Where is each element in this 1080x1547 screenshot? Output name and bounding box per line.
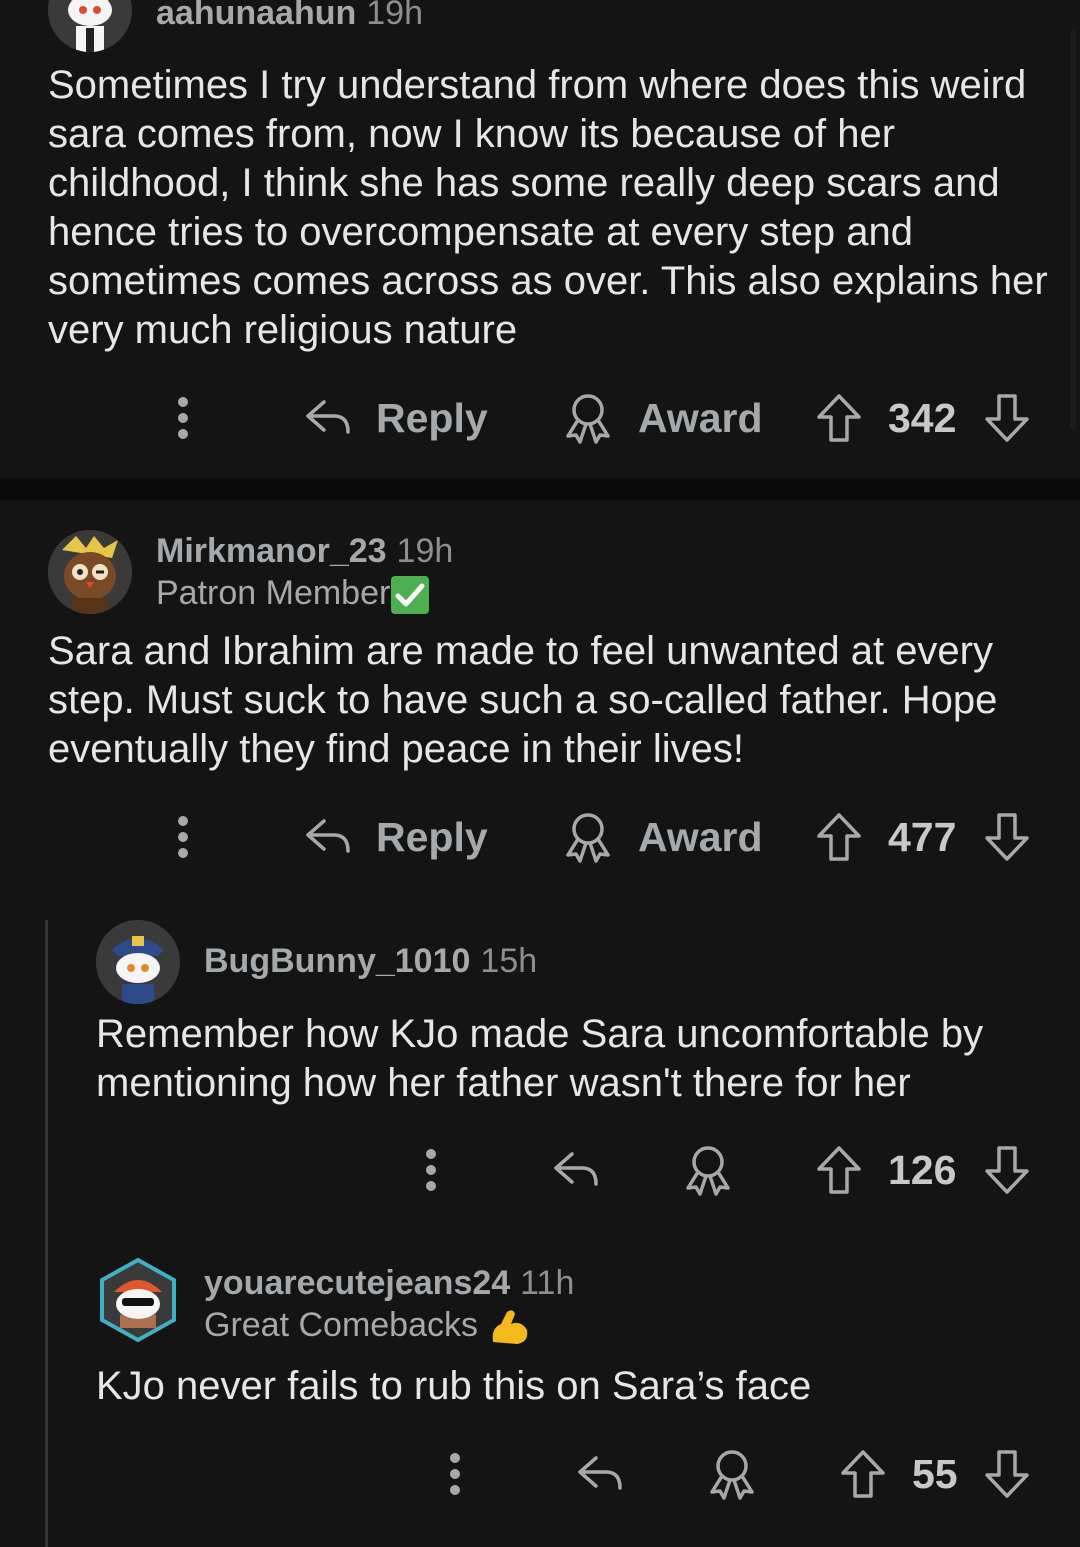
- avatar[interactable]: [96, 920, 180, 1004]
- flair-text: Great Comebacks: [204, 1306, 478, 1344]
- comment-actions: Reply Award 342: [0, 388, 1080, 448]
- more-vertical-icon: [450, 1453, 460, 1495]
- vote-score: 55: [912, 1450, 958, 1497]
- reply-label: Reply: [376, 813, 488, 860]
- comment-actions: Reply Award 477: [0, 807, 1080, 867]
- comment-actions: 55: [0, 1444, 1080, 1504]
- upvote-button[interactable]: [816, 388, 862, 448]
- upvote-button[interactable]: [816, 1140, 862, 1200]
- downvote-button[interactable]: [984, 1140, 1030, 1200]
- award-button[interactable]: Award: [562, 807, 763, 867]
- check-mark-emoji: [390, 575, 430, 615]
- vote-score: 342: [888, 394, 957, 441]
- flair-text: Patron Member: [156, 574, 391, 612]
- reply-arrow-icon: [306, 819, 350, 853]
- comment-separator: [0, 478, 1080, 500]
- reply-button[interactable]: Reply: [304, 388, 488, 448]
- timestamp: 19h: [366, 0, 423, 32]
- comment-body: Remember how KJo made Sara uncomfortable…: [96, 1012, 984, 1105]
- upvote-button[interactable]: [840, 1444, 886, 1504]
- snoo-avatar-icon: [48, 0, 132, 52]
- timestamp: 15h: [480, 942, 538, 980]
- hexagon-nft-avatar-icon: [100, 1258, 176, 1342]
- reply-button[interactable]: [576, 1444, 624, 1504]
- comment-meta: BugBunny_1010 15h: [204, 940, 537, 982]
- timestamp: 11h: [520, 1264, 575, 1302]
- comment-bugbunny: BugBunny_1010 15h Remember how KJo made S…: [0, 900, 1080, 1230]
- reply-button[interactable]: Reply: [304, 807, 488, 867]
- comment-mirkmanor: Mirkmanor_23 19h Patron Member Sara and I…: [0, 500, 1080, 900]
- username[interactable]: BugBunny_1010: [204, 942, 470, 980]
- comment-youarecutejeans: youarecutejeans24 11h Great Comebacks KJo…: [0, 1230, 1080, 1547]
- user-flair: Great Comebacks: [204, 1304, 531, 1348]
- reply-button[interactable]: [552, 1140, 600, 1200]
- more-vertical-icon: [426, 1149, 436, 1191]
- more-options-button[interactable]: [440, 1444, 470, 1504]
- vote-score: 477: [888, 813, 957, 860]
- avatar[interactable]: [48, 530, 132, 614]
- downvote-arrow-icon: [985, 394, 1029, 442]
- flexed-biceps-emoji: [487, 1306, 531, 1348]
- comment-meta: youarecutejeans24 11h: [204, 1262, 574, 1304]
- award-ribbon-icon: [566, 394, 610, 444]
- upvote-arrow-icon: [817, 813, 861, 861]
- upvote-arrow-icon: [841, 1450, 885, 1498]
- reply-arrow-icon: [578, 1456, 622, 1490]
- award-label: Award: [638, 394, 763, 441]
- downvote-arrow-icon: [985, 813, 1029, 861]
- avatar[interactable]: [48, 0, 132, 52]
- award-button[interactable]: [682, 1140, 734, 1200]
- police-snoo-avatar-icon: [96, 920, 180, 1004]
- downvote-button[interactable]: [984, 1444, 1030, 1504]
- comment-thread: aahunaahun 19h Sometimes I try understand…: [0, 0, 1080, 1547]
- reply-arrow-icon: [554, 1152, 598, 1186]
- upvote-button[interactable]: [816, 807, 862, 867]
- award-label: Award: [638, 813, 763, 860]
- more-vertical-icon: [178, 397, 188, 439]
- avatar[interactable]: [96, 1258, 180, 1342]
- user-flair: Patron Member: [156, 572, 430, 615]
- award-button[interactable]: [706, 1444, 758, 1504]
- downvote-arrow-icon: [985, 1450, 1029, 1498]
- username[interactable]: aahunaahun: [156, 0, 356, 32]
- comment-actions: 126: [0, 1140, 1080, 1200]
- downvote-arrow-icon: [985, 1146, 1029, 1194]
- owl-avatar-icon: [48, 530, 132, 614]
- more-options-button[interactable]: [168, 388, 198, 448]
- more-vertical-icon: [178, 816, 188, 858]
- reply-label: Reply: [376, 394, 488, 441]
- comment-meta: Mirkmanor_23 19h: [156, 530, 453, 572]
- award-ribbon-icon: [710, 1450, 754, 1500]
- username[interactable]: youarecutejeans24: [204, 1264, 510, 1302]
- downvote-button[interactable]: [984, 388, 1030, 448]
- upvote-arrow-icon: [817, 1146, 861, 1194]
- comment-body: Sara and Ibrahim are made to feel unwant…: [48, 629, 998, 771]
- reply-arrow-icon: [306, 400, 350, 434]
- comment-body: Sometimes I try understand from where do…: [48, 63, 1048, 352]
- more-options-button[interactable]: [416, 1140, 446, 1200]
- award-ribbon-icon: [566, 813, 610, 863]
- username[interactable]: Mirkmanor_23: [156, 532, 387, 570]
- award-button[interactable]: Award: [562, 388, 763, 448]
- comment-body: KJo never fails to rub this on Sara’s fa…: [96, 1364, 812, 1408]
- timestamp: 19h: [396, 532, 454, 570]
- vote-score: 126: [888, 1146, 957, 1193]
- downvote-button[interactable]: [984, 807, 1030, 867]
- upvote-arrow-icon: [817, 394, 861, 442]
- more-options-button[interactable]: [168, 807, 198, 867]
- comment-meta: aahunaahun 19h: [156, 0, 423, 34]
- comment-aahunaahun: aahunaahun 19h Sometimes I try understand…: [0, 0, 1080, 478]
- award-ribbon-icon: [686, 1146, 730, 1196]
